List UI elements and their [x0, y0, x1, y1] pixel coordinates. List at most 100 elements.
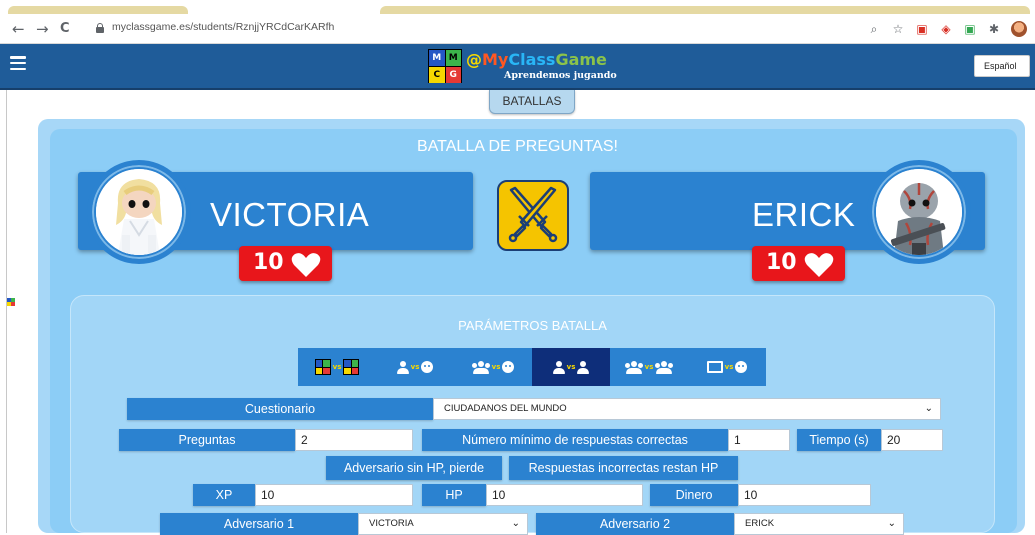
- logo-letter: M: [429, 50, 445, 66]
- xp-label: XP: [193, 484, 255, 506]
- brand-name[interactable]: @MyClassGame: [466, 51, 607, 69]
- funko-drax-icon: [876, 169, 962, 255]
- zoom-icon[interactable]: ⌕: [867, 22, 881, 36]
- wrong-answers-subtract-hp-toggle[interactable]: Respuestas incorrectas restan HP: [509, 456, 738, 480]
- opponent1-value: VICTORIA: [369, 518, 414, 529]
- vs-label: vs: [724, 363, 734, 371]
- mode-student-vs-student[interactable]: vs: [532, 348, 610, 386]
- player1-avatar: [87, 160, 191, 264]
- class-logo-icon: [314, 359, 331, 375]
- browser-tab[interactable]: [8, 6, 188, 14]
- team-icon: [624, 360, 643, 374]
- min-correct-input[interactable]: 1: [728, 429, 790, 451]
- opponent2-label: Adversario 2: [536, 513, 734, 535]
- player2-hp-value: 10: [766, 250, 797, 275]
- funko-white-queen-icon: [96, 169, 182, 255]
- battle-mode-selector: vs vs vs vs vs vs: [298, 348, 766, 386]
- extension-red-icon[interactable]: ▣: [915, 22, 929, 36]
- mode-class-vs-class[interactable]: vs: [298, 348, 376, 386]
- face-icon: [421, 361, 434, 373]
- vs-label: vs: [332, 363, 342, 371]
- class-logo-icon: [343, 359, 360, 375]
- mode-student-vs-face[interactable]: vs: [376, 348, 454, 386]
- board-icon: [706, 361, 723, 373]
- swords-icon-svg: [508, 186, 558, 243]
- myclassgame-logo-icon[interactable]: M M C G: [428, 49, 462, 83]
- money-label: Dinero: [650, 484, 738, 506]
- menu-hamburger-icon[interactable]: [10, 56, 26, 70]
- hp-input[interactable]: 10: [486, 484, 643, 506]
- face-icon: [735, 361, 748, 373]
- xp-input[interactable]: 10: [255, 484, 413, 506]
- chevron-down-icon: ⌄: [924, 403, 933, 414]
- back-icon[interactable]: ←: [12, 20, 25, 38]
- mode-board-vs-face[interactable]: vs: [688, 348, 766, 386]
- player1-hp-value: 10: [253, 250, 284, 275]
- questionnaire-value: CIUDADANOS DEL MUNDO: [444, 403, 567, 414]
- heart-icon: [291, 253, 321, 277]
- left-edge-divider: [6, 90, 7, 533]
- reload-icon[interactable]: C: [60, 20, 70, 38]
- logo-letter: M: [445, 50, 461, 66]
- battle-title: BATALLA DE PREGUNTAS!: [417, 138, 618, 155]
- face-icon: [502, 361, 515, 373]
- vs-label: vs: [644, 363, 654, 371]
- player2-avatar: [867, 160, 971, 264]
- chevron-down-icon: ⌄: [511, 518, 520, 529]
- brand-game: Game: [555, 50, 607, 69]
- language-select[interactable]: Español: [974, 55, 1030, 77]
- mode-team-vs-face[interactable]: vs: [454, 348, 532, 386]
- extensions-puzzle-icon[interactable]: ✱: [987, 22, 1001, 36]
- logo-letter: C: [429, 67, 445, 83]
- brand-tagline: Aprendemos jugando: [504, 70, 617, 81]
- vs-label: vs: [566, 363, 576, 371]
- hp-label: HP: [422, 484, 486, 506]
- time-input[interactable]: 20: [881, 429, 943, 451]
- min-correct-label: Número mínimo de respuestas correctas: [422, 429, 728, 451]
- forward-icon[interactable]: →: [36, 20, 49, 38]
- team-icon: [655, 360, 674, 374]
- heart-icon: [804, 253, 834, 277]
- team-icon: [471, 360, 490, 374]
- url-text[interactable]: myclassgame.es/students/RznjjYRCdCarKARf…: [112, 21, 334, 33]
- browser-tabstrip: [0, 0, 1035, 14]
- browser-extensions: ⌕ ☆ ▣ ◈ ▣ ✱: [867, 19, 1027, 39]
- logo-letter: G: [445, 67, 461, 83]
- player2-name: ERICK: [752, 196, 856, 233]
- student-icon: [396, 360, 409, 374]
- vs-label: vs: [491, 363, 501, 371]
- tab-battles[interactable]: BATALLAS: [489, 90, 575, 114]
- brand-at: @: [466, 50, 482, 69]
- player1-name: VICTORIA: [210, 196, 370, 233]
- opponent2-value: ERICK: [745, 518, 775, 529]
- bookmark-star-icon[interactable]: ☆: [891, 22, 905, 36]
- extension-green-icon[interactable]: ▣: [963, 22, 977, 36]
- mode-team-vs-team[interactable]: vs: [610, 348, 688, 386]
- opponent1-label: Adversario 1: [160, 513, 358, 535]
- chevron-down-icon: ⌄: [887, 518, 896, 529]
- opponent1-select[interactable]: VICTORIA ⌄: [358, 513, 528, 535]
- side-mini-logo-icon[interactable]: [7, 298, 15, 306]
- questions-input[interactable]: 2: [295, 429, 413, 451]
- opponent-no-hp-loses-toggle[interactable]: Adversario sin HP, pierde: [326, 456, 502, 480]
- money-input[interactable]: 10: [738, 484, 871, 506]
- opponent2-select[interactable]: ERICK ⌄: [734, 513, 904, 535]
- lock-icon[interactable]: [96, 23, 104, 33]
- student-icon: [552, 360, 565, 374]
- profile-avatar-icon[interactable]: [1011, 21, 1027, 37]
- brand-class: Class: [508, 50, 556, 69]
- vs-label: vs: [410, 363, 420, 371]
- player1-hp-badge: 10: [239, 246, 332, 281]
- browser-toolbar: ← → C myclassgame.es/students/RznjjYRCdC…: [0, 14, 1035, 44]
- brand-my: My: [482, 50, 509, 69]
- parameters-title: PARÁMETROS BATALLA: [458, 318, 607, 333]
- crossed-swords-icon: [497, 180, 569, 251]
- browser-tab-active[interactable]: [380, 6, 1030, 14]
- questionnaire-select[interactable]: CIUDADANOS DEL MUNDO ⌄: [433, 398, 941, 420]
- site-header: M M C G @MyClassGame Aprendemos jugando …: [0, 44, 1035, 90]
- questions-label: Preguntas: [119, 429, 295, 451]
- student-icon: [577, 360, 590, 374]
- extension-diamond-icon[interactable]: ◈: [939, 22, 953, 36]
- questionnaire-label: Cuestionario: [127, 398, 433, 420]
- time-label: Tiempo (s): [797, 429, 881, 451]
